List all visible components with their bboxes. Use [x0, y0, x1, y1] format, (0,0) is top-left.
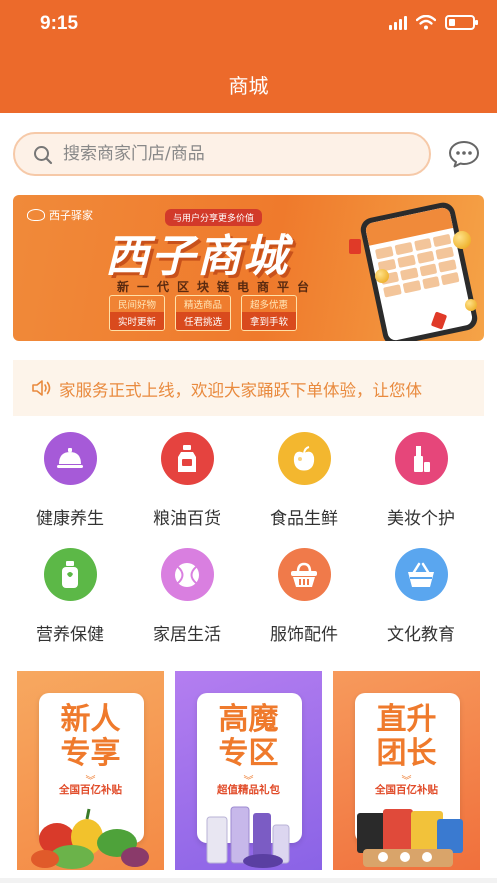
search-icon: [34, 146, 53, 165]
coin-decoration: [465, 299, 477, 311]
category-item[interactable]: 服饰配件: [249, 548, 359, 645]
ball-icon: [160, 548, 214, 601]
apple-icon: [277, 432, 331, 485]
battery-icon: [445, 15, 478, 30]
banner-pill: 超多优惠 拿到手软: [241, 295, 297, 331]
category-item[interactable]: 粮油百货: [132, 432, 242, 529]
bottom-divider: [0, 878, 497, 883]
red-envelope-decoration: [349, 239, 361, 254]
promo-title: 高魔 专区: [218, 702, 279, 771]
banner-pills: 民间好物 实时更新 精选商品 任君挑选 超多优惠 拿到手软: [109, 295, 297, 331]
page-title: 商城: [228, 74, 269, 98]
banner-title: 西子商城: [105, 231, 289, 282]
category-item[interactable]: 家居生活: [132, 548, 242, 645]
promo-title: 新人 专享: [60, 702, 121, 771]
promo-tile-leader[interactable]: 直升 团长 ︾ 全国百亿补贴: [333, 671, 480, 870]
shopping-basket-icon: [394, 548, 448, 601]
app-header: 9:15 商城: [0, 0, 497, 113]
search-bar[interactable]: [13, 132, 431, 176]
supplement-bottle-icon: [43, 548, 97, 601]
snacks-image: [357, 809, 463, 867]
signal-icon: [389, 15, 407, 30]
banner-pill: 精选商品 任君挑选: [175, 295, 231, 331]
category-item[interactable]: 美妆个护: [366, 432, 476, 529]
promo-subtitle: 全国百亿补贴: [59, 784, 122, 796]
category-label: 健康养生: [36, 509, 104, 529]
banner-subtitle: 新一代区块链电商平台: [117, 280, 318, 294]
category-label: 美妆个护: [387, 509, 455, 529]
category-item[interactable]: 文化教育: [366, 548, 476, 645]
food-cloche-icon: [43, 432, 97, 485]
promo-subtitle: 超值精品礼包: [217, 784, 280, 796]
chat-bubble-icon[interactable]: [448, 140, 480, 168]
promo-subtitle: 全国百亿补贴: [375, 784, 438, 796]
promo-tile-new-user[interactable]: 新人 专享 ︾ 全国百亿补贴: [17, 671, 164, 870]
banner-logo: 西子驿家: [27, 207, 93, 223]
lipstick-icon: [394, 432, 448, 485]
category-label: 文化教育: [387, 625, 455, 645]
promo-title: 直升 团长: [376, 702, 437, 771]
promo-tile-premium[interactable]: 高魔 专区 ︾ 超值精品礼包: [175, 671, 322, 870]
category-label: 营养保健: [36, 625, 104, 645]
category-label: 粮油百货: [153, 509, 221, 529]
status-time: 9:15: [40, 13, 79, 34]
coin-decoration: [453, 231, 471, 249]
category-label: 家居生活: [153, 625, 221, 645]
search-input[interactable]: [63, 142, 413, 166]
category-label: 食品生鲜: [270, 509, 338, 529]
status-icons: [389, 15, 478, 30]
promo-banner[interactable]: 西子驿家 与用户分享更多价值 西子商城 新一代区块链电商平台 民间好物 实时更新 …: [13, 195, 484, 341]
category-label: 服饰配件: [270, 625, 338, 645]
category-item[interactable]: 食品生鲜: [249, 432, 359, 529]
cosmetics-image: [206, 806, 290, 868]
notice-bar[interactable]: 家服务正式上线，欢迎大家踊跃下单体验，让您体: [13, 360, 484, 416]
banner-pill: 民间好物 实时更新: [109, 295, 165, 331]
oil-bottle-icon: [160, 432, 214, 485]
speaker-icon: [32, 380, 51, 396]
notice-text: 家服务正式上线，欢迎大家踊跃下单体验，让您体: [59, 381, 422, 400]
vegetables-image: [31, 808, 149, 869]
category-item[interactable]: 健康养生: [15, 432, 125, 529]
category-item[interactable]: 营养保健: [15, 548, 125, 645]
basket-icon: [277, 548, 331, 601]
wifi-icon: [416, 15, 436, 30]
coin-decoration: [375, 269, 389, 283]
